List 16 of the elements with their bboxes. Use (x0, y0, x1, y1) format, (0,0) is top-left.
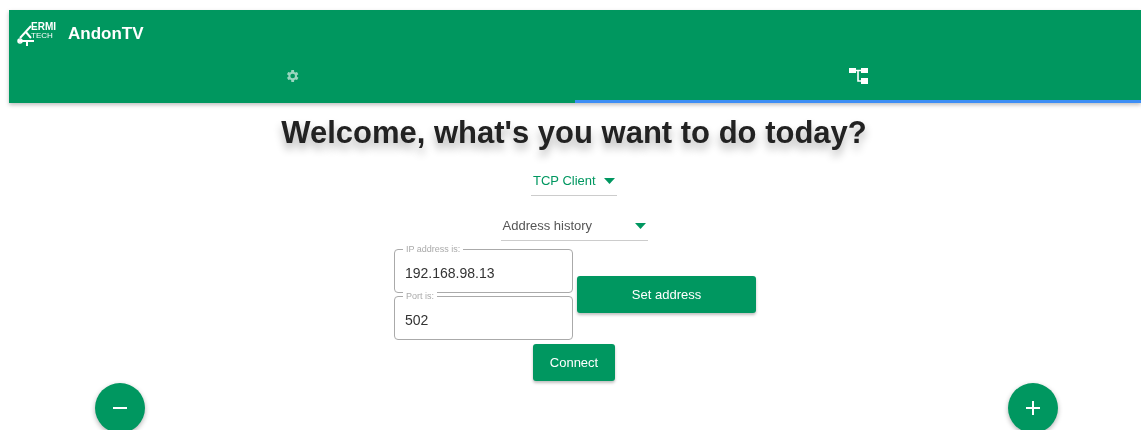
address-history-dropdown[interactable]: Address history (500, 212, 648, 241)
zoom-out-button[interactable] (95, 383, 145, 430)
app-title: AndonTV (68, 24, 144, 44)
caret-icon (634, 222, 646, 229)
minus-icon (113, 407, 127, 409)
mode-dropdown[interactable]: TCP Client (531, 167, 617, 196)
logo-text: ERMI (31, 21, 56, 31)
set-address-button[interactable]: Set address (577, 276, 756, 313)
zoom-in-button[interactable] (1008, 383, 1058, 430)
caret-icon (604, 177, 615, 184)
hierarchy-icon (848, 68, 868, 84)
plus-icon (1026, 401, 1040, 415)
connect-button[interactable]: Connect (533, 344, 615, 381)
logo-text: TECH (31, 30, 54, 40)
settings-icon (284, 68, 300, 84)
page-heading: Welcome, what's you want to do today? (281, 115, 867, 151)
